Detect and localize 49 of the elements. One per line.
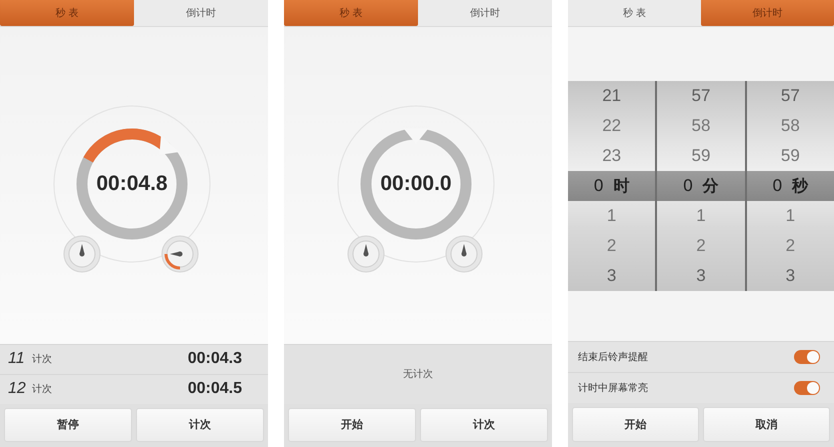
action-button[interactable]: 开始 bbox=[288, 408, 416, 442]
empty-message: 无计次 bbox=[403, 368, 433, 382]
action-button[interactable]: 计次 bbox=[136, 408, 264, 442]
tab[interactable]: 秒 表 bbox=[284, 0, 418, 26]
selected-value[interactable]: 0 bbox=[683, 176, 693, 196]
picker-value[interactable]: 59 bbox=[746, 141, 834, 171]
action-button[interactable]: 开始 bbox=[572, 407, 699, 442]
elapsed-time: 00:04.8 bbox=[95, 172, 169, 196]
selected-value[interactable]: 0 bbox=[772, 176, 782, 196]
lap-time: 00:04.5 bbox=[188, 380, 242, 398]
picker-value[interactable]: 23 bbox=[568, 141, 656, 171]
tab[interactable]: 倒计时 bbox=[701, 0, 834, 26]
picker-value[interactable]: 21 bbox=[568, 81, 656, 111]
picker-value[interactable]: 3 bbox=[746, 261, 834, 291]
picker-value[interactable]: 2 bbox=[746, 231, 834, 261]
lap-time: 00:04.3 bbox=[188, 350, 242, 368]
unit-label: 时 bbox=[613, 176, 630, 196]
tab[interactable]: 秒 表 bbox=[568, 0, 701, 26]
picker-value[interactable]: 1 bbox=[746, 201, 834, 231]
unit-label: 分 bbox=[702, 176, 719, 196]
lap-number: 11 bbox=[8, 350, 26, 368]
lap-number: 12 bbox=[8, 380, 27, 398]
setting-label: 结束后铃声提醒 bbox=[578, 350, 648, 364]
toggle-switch[interactable] bbox=[794, 350, 820, 364]
elapsed-time: 00:00.0 bbox=[379, 172, 453, 196]
tab[interactable]: 秒 表 bbox=[0, 0, 134, 26]
picker-value[interactable]: 58 bbox=[657, 111, 745, 141]
picker-value[interactable]: 59 bbox=[657, 141, 745, 171]
lap-label: 计次 bbox=[32, 352, 53, 366]
action-button[interactable]: 暂停 bbox=[4, 408, 132, 442]
picker-value[interactable]: 58 bbox=[746, 111, 834, 141]
lap-label: 计次 bbox=[32, 382, 53, 396]
picker-value[interactable]: 2 bbox=[568, 231, 656, 261]
tab[interactable]: 倒计时 bbox=[418, 0, 552, 26]
picker-value[interactable]: 57 bbox=[657, 81, 745, 111]
action-button[interactable]: 取消 bbox=[703, 407, 830, 442]
tab[interactable]: 倒计时 bbox=[134, 0, 268, 26]
unit-label: 秒 bbox=[792, 176, 808, 196]
selected-value[interactable]: 0 bbox=[594, 176, 604, 196]
picker-value[interactable]: 2 bbox=[657, 231, 745, 261]
picker-value[interactable]: 3 bbox=[568, 261, 656, 291]
picker-value[interactable]: 22 bbox=[568, 111, 656, 141]
picker-value[interactable]: 1 bbox=[657, 201, 745, 231]
toggle-switch[interactable] bbox=[794, 381, 820, 395]
setting-label: 计时中屏幕常亮 bbox=[578, 382, 648, 395]
action-button[interactable]: 计次 bbox=[420, 408, 548, 442]
picker-value[interactable]: 3 bbox=[657, 261, 745, 291]
picker-value[interactable]: 1 bbox=[568, 201, 656, 231]
picker-value[interactable]: 57 bbox=[746, 81, 834, 111]
